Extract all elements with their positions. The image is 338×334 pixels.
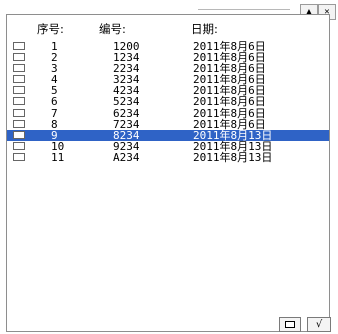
row-number: 5234: [113, 95, 140, 109]
list-row[interactable]: 6 5234 2011年8月6日: [7, 96, 329, 107]
row-checkbox[interactable]: [13, 97, 25, 106]
square-button[interactable]: [279, 317, 301, 332]
row-checkbox[interactable]: [13, 152, 25, 161]
row-seq: 6: [51, 95, 58, 109]
row-number: 7234: [113, 117, 140, 131]
row-checkbox[interactable]: [13, 75, 25, 84]
row-checkbox[interactable]: [13, 130, 25, 139]
square-icon: [285, 321, 295, 328]
record-list: 1 1200 2011年8月6日 2 1234 2011年8月6日 3 2234 2011年8月…: [7, 41, 329, 163]
row-checkbox[interactable]: [13, 108, 25, 117]
row-seq: 7: [51, 106, 58, 120]
list-row[interactable]: 11 A234 2011年8月13日: [7, 152, 329, 163]
header-date: 日期:: [191, 22, 218, 36]
list-panel: 序号: 编号: 日期: 1 1200 2011年8月6日 2 1234 2011年8月6日…: [6, 14, 331, 332]
list-header: 序号: 编号: 日期:: [7, 15, 329, 39]
row-number: A234: [113, 150, 140, 164]
header-seq: 序号:: [37, 22, 64, 36]
row-checkbox[interactable]: [13, 86, 25, 95]
row-checkbox[interactable]: [13, 119, 25, 128]
row-seq: 8: [51, 117, 58, 131]
row-date: 2011年8月13日: [193, 150, 273, 164]
header-number: 编号:: [99, 22, 126, 36]
row-seq: 11: [51, 150, 65, 164]
row-date: 2011年8月6日: [193, 106, 266, 120]
row-date: 2011年8月6日: [193, 95, 266, 109]
title-bar-line: [198, 9, 290, 10]
row-checkbox[interactable]: [13, 141, 25, 150]
confirm-button[interactable]: √: [307, 317, 331, 332]
row-checkbox[interactable]: [13, 42, 25, 50]
row-checkbox[interactable]: [13, 53, 25, 62]
row-date: 2011年8月6日: [193, 117, 266, 131]
row-number: 6234: [113, 106, 140, 120]
checkmark-icon: √: [315, 319, 323, 330]
list-row[interactable]: 7 6234 2011年8月6日: [7, 108, 329, 119]
row-checkbox[interactable]: [13, 64, 25, 73]
